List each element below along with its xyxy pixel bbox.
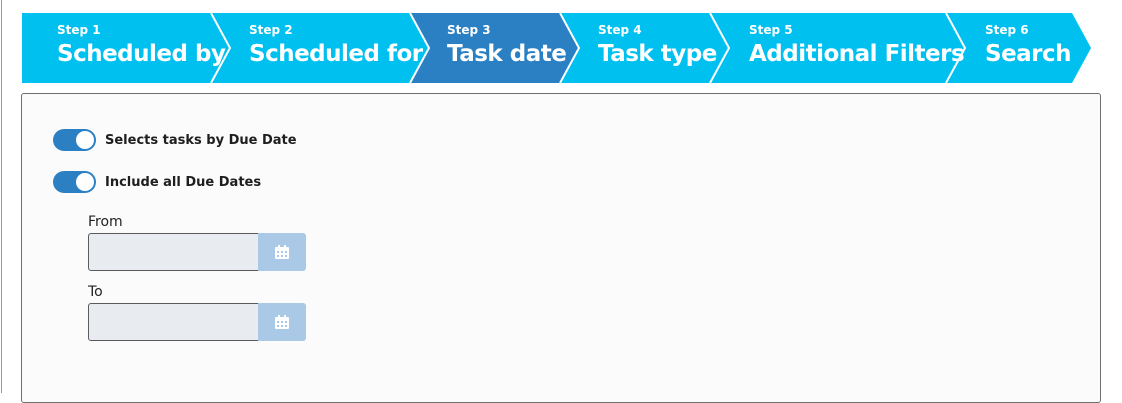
from-calendar-button[interactable] [258, 233, 306, 271]
all-due-dates-toggle-row: Include all Due Dates [53, 171, 261, 193]
step-number: Step 3 [447, 23, 491, 37]
step-4[interactable]: Step 4 Task type [598, 13, 717, 83]
to-calendar-button[interactable] [258, 303, 306, 341]
due-date-toggle-row: Selects tasks by Due Date [53, 129, 297, 151]
step-5[interactable]: Step 5 Additional Filters [749, 13, 965, 83]
all-due-dates-toggle-label: Include all Due Dates [105, 174, 262, 190]
all-due-dates-toggle[interactable] [53, 171, 96, 193]
step-number: Step 2 [249, 23, 293, 37]
step-number: Step 6 [985, 23, 1029, 37]
to-date-input[interactable] [88, 303, 259, 341]
from-label: From [88, 214, 123, 230]
to-label: To [88, 284, 103, 300]
due-date-toggle[interactable] [53, 129, 96, 151]
step-number: Step 5 [749, 23, 793, 37]
toggle-knob [76, 131, 94, 149]
step-number: Step 4 [598, 23, 642, 37]
toggle-knob [76, 173, 94, 191]
due-date-toggle-label: Selects tasks by Due Date [105, 132, 297, 148]
step-title: Scheduled for [249, 41, 423, 67]
step-3[interactable]: Step 3 Task date [447, 13, 567, 83]
wizard-steps: Step 1 Scheduled by Step 2 Scheduled for… [0, 0, 1122, 84]
task-date-panel: Selects tasks by Due Date Include all Du… [21, 93, 1101, 403]
step-title: Task date [447, 41, 567, 67]
step-2[interactable]: Step 2 Scheduled for [249, 13, 423, 83]
calendar-icon [275, 315, 289, 329]
step-title: Search [985, 41, 1072, 67]
step-1[interactable]: Step 1 Scheduled by [57, 13, 226, 83]
step-6[interactable]: Step 6 Search [985, 13, 1072, 83]
step-number: Step 1 [57, 23, 101, 37]
step-title: Scheduled by [57, 41, 226, 67]
from-date-input[interactable] [88, 233, 259, 271]
calendar-icon [275, 245, 289, 259]
step-title: Additional Filters [749, 41, 965, 67]
step-title: Task type [598, 41, 717, 67]
